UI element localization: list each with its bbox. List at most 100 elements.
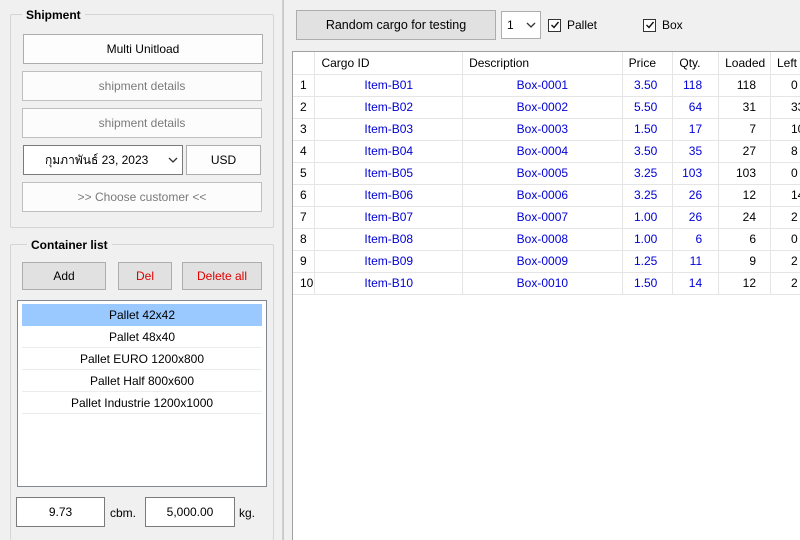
loaded-cell[interactable]: 7 xyxy=(718,118,771,141)
container-listbox[interactable]: Pallet 42x42 Pallet 48x40 Pallet EURO 12… xyxy=(17,300,267,487)
row-index[interactable]: 9 xyxy=(293,250,316,273)
price-cell[interactable]: 1.00 xyxy=(622,228,674,251)
volume-field[interactable]: 9.73 xyxy=(16,497,105,527)
price-cell[interactable]: 3.50 xyxy=(622,140,674,163)
row-index[interactable]: 2 xyxy=(293,96,316,119)
table-row[interactable]: 1 Item-B01 Box-0001 3.50 118 118 0 xyxy=(293,74,800,97)
table-row[interactable]: 7 Item-B07 Box-0007 1.00 26 24 2 xyxy=(293,206,800,229)
price-cell[interactable]: 3.25 xyxy=(622,184,674,207)
loaded-cell[interactable]: 118 xyxy=(718,74,771,97)
container-list-item[interactable]: Pallet Industrie 1200x1000 xyxy=(22,392,262,414)
left-cell[interactable]: 0 xyxy=(770,162,800,185)
description-cell[interactable]: Box-0007 xyxy=(462,206,623,229)
left-cell[interactable]: 0 xyxy=(770,228,800,251)
weight-field[interactable]: 5,000.00 xyxy=(145,497,235,527)
qty-cell[interactable]: 103 xyxy=(672,162,720,185)
container-list-item[interactable]: Pallet 42x42 xyxy=(22,304,262,326)
cargo-id-cell[interactable]: Item-B08 xyxy=(314,228,464,251)
shipment-details-button-2[interactable]: shipment details xyxy=(22,108,262,138)
chevron-down-icon[interactable] xyxy=(522,12,540,38)
qty-cell[interactable]: 26 xyxy=(672,206,720,229)
cargo-id-cell[interactable]: Item-B07 xyxy=(314,206,464,229)
loaded-cell[interactable]: 9 xyxy=(718,250,771,273)
cargo-id-cell[interactable]: Item-B06 xyxy=(314,184,464,207)
cargo-id-cell[interactable]: Item-B09 xyxy=(314,250,464,273)
loaded-cell[interactable]: 6 xyxy=(718,228,771,251)
cargo-id-cell[interactable]: Item-B05 xyxy=(314,162,464,185)
qty-cell[interactable]: 17 xyxy=(672,118,720,141)
left-cell[interactable]: 14 xyxy=(770,184,800,207)
description-cell[interactable]: Box-0001 xyxy=(462,74,623,97)
shipment-details-button-1[interactable]: shipment details xyxy=(22,71,262,101)
table-row[interactable]: 3Item-B03Box-00031.5017710 xyxy=(293,118,800,141)
column-header-cargo-id[interactable]: Cargo ID xyxy=(314,52,464,75)
left-cell[interactable]: 33 xyxy=(770,96,800,119)
column-header-description[interactable]: Description xyxy=(462,52,623,75)
cargo-grid[interactable]: Cargo ID Description Price Qty. Loaded L… xyxy=(292,51,800,540)
left-cell[interactable]: 0 xyxy=(770,74,800,97)
chevron-down-icon[interactable] xyxy=(164,146,182,174)
checkbox-box[interactable] xyxy=(548,18,561,32)
price-cell[interactable]: 1.50 xyxy=(622,272,674,295)
table-row[interactable]: 9 Item-B09 Box-0009 1.25 11 9 2 xyxy=(293,250,800,273)
table-row[interactable]: 8 Item-B08 Box-0008 1.00 6 6 0 xyxy=(293,228,800,251)
qty-cell[interactable]: 26 xyxy=(672,184,720,207)
table-row[interactable]: 10 Item-B10 Box-0010 1.50 14 12 2 xyxy=(293,272,800,295)
description-cell[interactable]: Box-0005 xyxy=(462,162,623,185)
column-header-price[interactable]: Price xyxy=(622,52,674,75)
loaded-cell[interactable]: 103 xyxy=(718,162,771,185)
column-header-left[interactable]: Left xyxy=(770,52,800,75)
loaded-cell[interactable]: 24 xyxy=(718,206,771,229)
row-index[interactable]: 1 xyxy=(293,74,316,97)
qty-cell[interactable]: 35 xyxy=(672,140,720,163)
cargo-id-cell[interactable]: Item-B03 xyxy=(314,118,464,141)
cargo-id-cell[interactable]: Item-B01 xyxy=(314,74,464,97)
cargo-id-cell[interactable]: Item-B04 xyxy=(314,140,464,163)
left-cell[interactable]: 10 xyxy=(770,118,800,141)
splitter[interactable] xyxy=(283,0,284,540)
description-cell[interactable]: Box-0006 xyxy=(462,184,623,207)
qty-cell[interactable]: 14 xyxy=(672,272,720,295)
cargo-id-cell[interactable]: Item-B02 xyxy=(314,96,464,119)
left-cell[interactable]: 8 xyxy=(770,140,800,163)
table-row[interactable]: 5 Item-B05 Box-0005 3.25 103 103 0 xyxy=(293,162,800,185)
pallet-checkbox[interactable]: Pallet xyxy=(548,18,597,32)
row-index[interactable]: 4 xyxy=(293,140,316,163)
left-cell[interactable]: 2 xyxy=(770,272,800,295)
row-index[interactable]: 6 xyxy=(293,184,316,207)
loaded-cell[interactable]: 12 xyxy=(718,272,771,295)
row-index[interactable]: 8 xyxy=(293,228,316,251)
price-cell[interactable]: 3.50 xyxy=(622,74,674,97)
price-cell[interactable]: 5.50 xyxy=(622,96,674,119)
currency-button[interactable]: USD xyxy=(186,145,261,175)
cargo-id-cell[interactable]: Item-B10 xyxy=(314,272,464,295)
table-row[interactable]: 4 Item-B04 Box-0004 3.50 35 27 8 xyxy=(293,140,800,163)
container-list-item[interactable]: Pallet 48x40 xyxy=(22,326,262,348)
checkbox-box[interactable] xyxy=(643,18,656,32)
count-select[interactable]: 1 xyxy=(501,11,541,39)
qty-cell[interactable]: 11 xyxy=(672,250,720,273)
column-header-qty[interactable]: Qty. xyxy=(672,52,720,75)
row-index[interactable]: 5 xyxy=(293,162,316,185)
table-row[interactable]: 2Item-B02Box-00025.50643133 xyxy=(293,96,800,119)
row-index[interactable]: 7 xyxy=(293,206,316,229)
description-cell[interactable]: Box-0008 xyxy=(462,228,623,251)
description-cell[interactable]: Box-0002 xyxy=(462,96,623,119)
qty-cell[interactable]: 118 xyxy=(672,74,720,97)
loaded-cell[interactable]: 12 xyxy=(718,184,771,207)
container-list-item[interactable]: Pallet Half 800x600 xyxy=(22,370,262,392)
description-cell[interactable]: Box-0004 xyxy=(462,140,623,163)
qty-cell[interactable]: 64 xyxy=(672,96,720,119)
description-cell[interactable]: Box-0009 xyxy=(462,250,623,273)
description-cell[interactable]: Box-0003 xyxy=(462,118,623,141)
choose-customer-button[interactable]: >> Choose customer << xyxy=(22,182,262,212)
delete-all-button[interactable]: Delete all xyxy=(182,262,262,290)
date-picker[interactable]: กุมภาพันธ์ 23, 2023 xyxy=(23,145,183,175)
row-index[interactable]: 10 xyxy=(293,272,316,295)
price-cell[interactable]: 1.25 xyxy=(622,250,674,273)
loaded-cell[interactable]: 31 xyxy=(718,96,771,119)
qty-cell[interactable]: 6 xyxy=(672,228,720,251)
del-button[interactable]: Del xyxy=(118,262,172,290)
box-checkbox[interactable]: Box xyxy=(643,18,683,32)
add-button[interactable]: Add xyxy=(22,262,106,290)
